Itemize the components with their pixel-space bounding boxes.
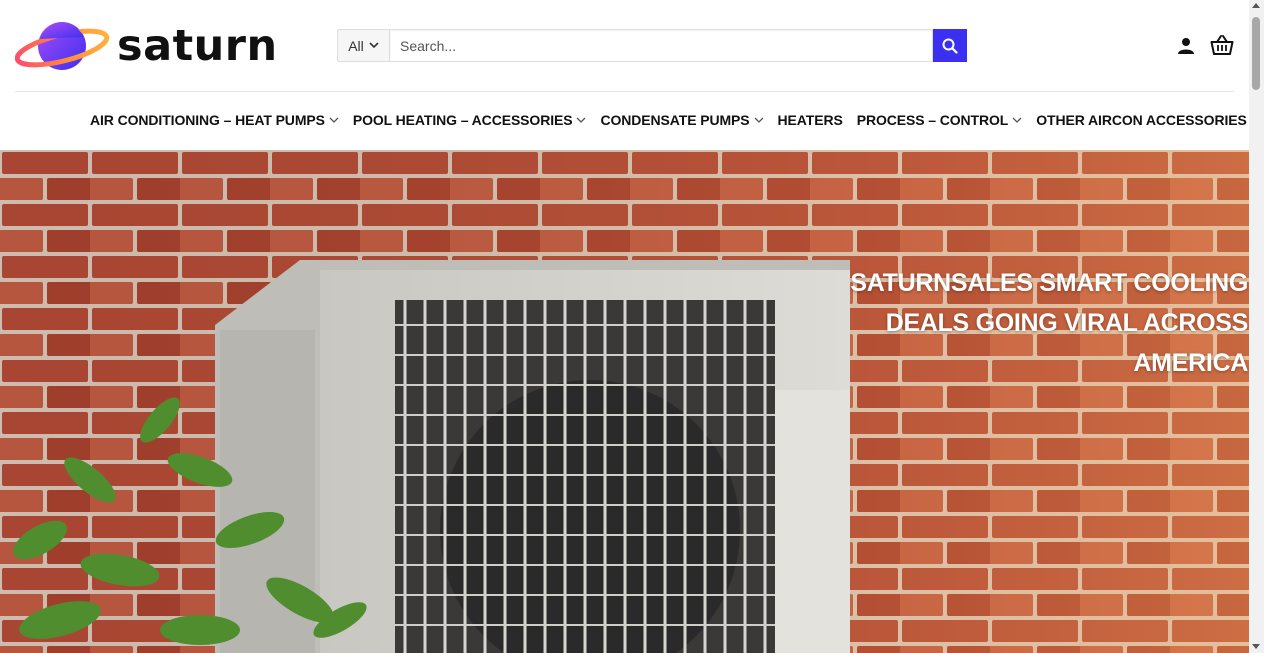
scrollbar-thumb[interactable] bbox=[1252, 17, 1260, 90]
nav-item-label: AIR CONDITIONING – HEAT PUMPS bbox=[90, 112, 325, 128]
scroll-down-arrow-icon[interactable] bbox=[1252, 644, 1260, 649]
search-icon bbox=[942, 38, 958, 54]
hero-headline-line: DEALS GOING VIRAL ACROSS bbox=[885, 308, 1249, 337]
hero-headline-line: SATURNSALES SMART COOLING bbox=[850, 268, 1248, 297]
nav-item-process-control[interactable]: PROCESS – CONTROL bbox=[857, 112, 1023, 128]
chevron-down-icon bbox=[1012, 117, 1022, 123]
search-category-value: All bbox=[348, 37, 364, 54]
nav-item-label: PROCESS – CONTROL bbox=[856, 112, 1009, 128]
site-logo[interactable]: saturn bbox=[15, 17, 315, 75]
chevron-down-icon bbox=[577, 117, 586, 123]
search-category-select[interactable]: All bbox=[337, 29, 389, 62]
nav-item-pool-heating[interactable]: POOL HEATING – ACCESSORIES bbox=[353, 112, 587, 128]
cart-icon[interactable] bbox=[1210, 34, 1234, 61]
nav-item-air-conditioning[interactable]: AIR CONDITIONING – HEAT PUMPS bbox=[90, 112, 339, 128]
brand-name: saturn bbox=[117, 20, 278, 71]
page-scrollbar[interactable] bbox=[1249, 0, 1264, 653]
chevron-down-icon bbox=[369, 42, 379, 49]
hero-headline: SATURNSALES SMART COOLING DEALS GOING VI… bbox=[828, 263, 1248, 383]
scroll-up-arrow-icon[interactable] bbox=[1252, 3, 1260, 8]
nav-item-label: OTHER AIRCON ACCESSORIES bbox=[1036, 112, 1247, 128]
site-header: saturn All bbox=[0, 0, 1249, 91]
nav-item-label: CONDENSATE PUMPS bbox=[600, 112, 750, 128]
search-form: All bbox=[337, 29, 967, 62]
search-input[interactable] bbox=[389, 29, 933, 62]
nav-item-other-aircon-accessories[interactable]: OTHER AIRCON ACCESSORIES bbox=[1036, 112, 1261, 128]
nav-item-condensate-pumps[interactable]: CONDENSATE PUMPS bbox=[600, 112, 763, 128]
chevron-down-icon bbox=[754, 117, 763, 123]
nav-item-label: POOL HEATING – ACCESSORIES bbox=[352, 112, 573, 128]
nav-item-heaters[interactable]: HEATERS bbox=[778, 112, 843, 128]
hero-banner: SATURNSALES SMART COOLING DEALS GOING VI… bbox=[0, 150, 1249, 653]
search-button[interactable] bbox=[933, 29, 967, 62]
saturn-planet-icon bbox=[15, 22, 110, 70]
main-nav: AIR CONDITIONING – HEAT PUMPS POOL HEATI… bbox=[0, 92, 1261, 150]
hero-headline-line: AMERICA bbox=[1133, 348, 1248, 377]
nav-item-label: HEATERS bbox=[777, 112, 843, 128]
hero-image bbox=[0, 150, 1249, 653]
account-icon[interactable] bbox=[1177, 37, 1195, 60]
chevron-down-icon bbox=[329, 117, 339, 123]
